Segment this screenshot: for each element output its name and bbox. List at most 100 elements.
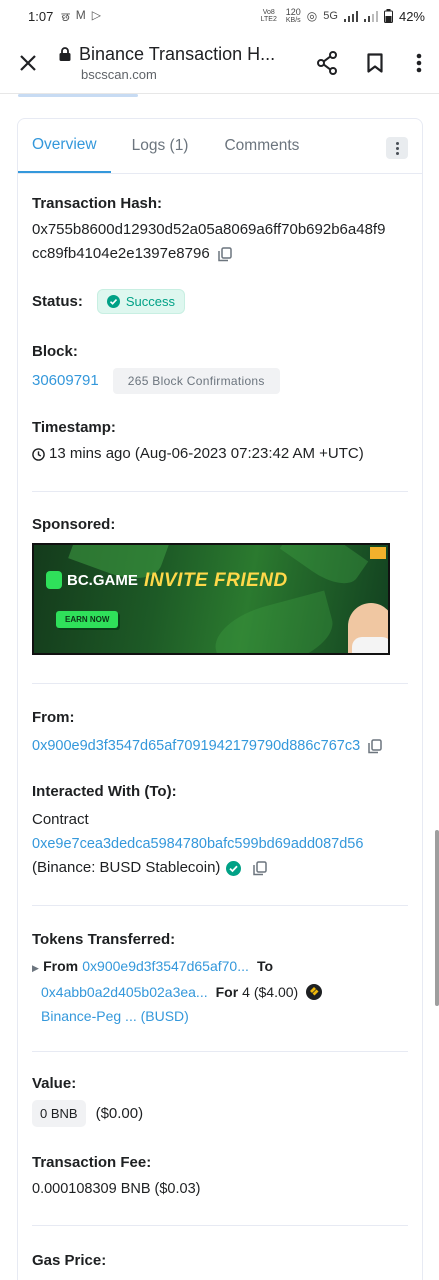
network-type: 5G [323,10,338,22]
ad-headline: INVITE FRIEND [144,570,288,591]
value-label: Value: [32,1075,77,1092]
from-address-link[interactable]: 0x900e9d3f3547d65af7091942179790d886c767… [32,734,360,758]
caret-right-icon: ▶ [32,963,39,973]
tx-hash-line2: cc89fb4104e2e1397e8796 [32,245,210,262]
tab-comments[interactable]: Comments [202,119,313,173]
gas-row: Gas Price: [32,1252,408,1269]
play-icon: ▷ [91,7,101,22]
ad-brand-text: BC.GAME [67,571,138,589]
ad-person-image [348,603,388,653]
ad-earn-button[interactable]: EARN NOW [56,611,119,628]
tx-hash-line1: 0x755b8600d12930d52a05a8069a6ff70b692b6a… [32,221,386,238]
menu-button[interactable] [399,53,439,73]
close-icon [19,54,36,71]
block-confirmations-badge: 265 Block Confirmations [112,368,280,394]
token-amount: 4 ($4.00) [242,984,299,1000]
bookmark-button[interactable] [351,52,399,73]
token-to-link[interactable]: 0x4abb0a2d405b02a3ea... [41,980,208,1004]
to-address-link[interactable]: 0xe9e7cea3dedca5984780bafc599bd69add087d… [32,832,408,856]
notification-icon: छ [61,9,70,24]
status-bar: 1:07 छ M ▷ Vo8 LTE2 120 KB/s ◎ 5G 42% [0,0,439,32]
verified-icon [226,860,242,876]
token-for-word: For [215,984,239,1000]
copy-icon[interactable] [368,738,382,754]
to-name: (Binance: BUSD Stablecoin) [32,859,221,876]
timestamp-row: Timestamp: 13 mins ago (Aug-06-2023 07:2… [32,419,408,466]
network-speed-unit: KB/s [285,17,301,24]
status-time: 1:07 [28,8,54,24]
tx-hash-line2-wrap: cc89fb4104e2e1397e8796 [32,242,408,266]
tab-overview[interactable]: Overview [18,119,111,173]
bookmark-icon [367,52,383,73]
hotspot-icon: ◎ [306,9,318,23]
battery-level: 42% [398,8,425,24]
divider [32,1225,408,1226]
tx-hash-row: Transaction Hash: 0x755b8600d12930d52a05… [32,195,408,266]
network-speed: 120 KB/s [285,7,301,25]
block-label: Block: [32,343,78,360]
from-row: From: 0x900e9d3f3547d65af7091942179790d8… [32,709,408,758]
page-url: bscscan.com [81,66,157,82]
tx-hash-label: Transaction Hash: [32,195,163,212]
divider [32,905,408,906]
copy-icon[interactable] [218,246,232,262]
signal-icon-2 [363,10,378,22]
token-transfer-line1: ▶ From 0x900e9d3f3547d65af70... To [32,954,408,980]
tokens-row: Tokens Transferred: ▶ From 0x900e9d3f354… [32,931,408,1028]
from-label: From: [32,709,75,726]
divider [32,491,408,492]
sponsored-label: Sponsored: [32,516,116,533]
value-usd: ($0.00) [95,1104,144,1122]
tokens-label: Tokens Transferred: [32,931,176,948]
token-from-link[interactable]: 0x900e9d3f3547d65af70... [82,958,249,974]
block-number-link[interactable]: 30609791 [32,369,99,393]
token-name-link[interactable]: Binance-Peg ... (BUSD) [32,1004,408,1028]
token-to-word: To [257,958,274,974]
ad-logo-icon [46,571,62,589]
gmail-icon: M [75,7,86,22]
scrollbar[interactable] [435,830,439,1006]
browser-toolbar: Binance Transaction H... bscscan.com [0,32,439,94]
more-vert-icon [416,53,422,72]
network-speed-value: 120 [285,7,301,17]
previous-content-clip [18,94,168,100]
notification-icons: छ M ▷ [61,8,101,25]
tab-more-button[interactable] [386,137,408,159]
tab-bar: Overview Logs (1) Comments [18,119,422,174]
page-title: Binance Transaction H... [79,43,276,64]
gas-label: Gas Price: [32,1252,107,1269]
ad-brand: BC.GAME [46,571,138,589]
status-right: Vo8 LTE2 120 KB/s ◎ 5G 42% [258,7,425,25]
sponsored-ad-banner[interactable]: BC.GAME INVITE FRIEND EARN NOW [32,543,390,655]
share-button[interactable] [303,50,351,75]
sponsored-row: Sponsored: [32,516,408,533]
status-row: Status: Success [32,289,408,314]
volte-indicator: Vo8 LTE2 [260,9,277,23]
busd-token-icon [306,984,323,1000]
transaction-card: Overview Logs (1) Comments Transaction H… [17,118,423,1280]
lock-icon [59,47,71,61]
tab-logs[interactable]: Logs (1) [111,119,203,173]
to-type: Contract [32,811,89,828]
token-from-word: From [43,958,79,974]
fee-label: Transaction Fee: [32,1154,152,1171]
timestamp-value: 13 mins ago (Aug-06-2023 07:23:42 AM +UT… [49,445,364,462]
share-icon [317,50,337,75]
fee-value: 0.000108309 BNB ($0.03) [32,1181,201,1197]
timestamp-label: Timestamp: [32,419,116,436]
close-tab-button[interactable] [0,54,55,72]
signal-icon [343,10,358,22]
block-row: Block: 30609791 265 Block Confirmations [32,343,408,394]
value-row: Value: 0 BNB ($0.00) [32,1075,408,1127]
to-row: Interacted With (To): Contract 0xe9e7cea… [32,783,408,880]
value-bnb-pill: 0 BNB [32,1100,86,1127]
copy-icon[interactable] [253,860,268,876]
ad-close-icon[interactable] [370,547,386,559]
status-badge: Success [96,289,185,314]
divider [32,683,408,684]
divider [32,1051,408,1052]
to-label: Interacted With (To): [32,783,177,800]
browser-title-area[interactable]: Binance Transaction H... bscscan.com [55,44,303,82]
check-circle-icon [106,295,120,308]
token-transfer-line2: 0x4abb0a2d405b02a3ea... For 4 ($4.00) [32,980,408,1004]
